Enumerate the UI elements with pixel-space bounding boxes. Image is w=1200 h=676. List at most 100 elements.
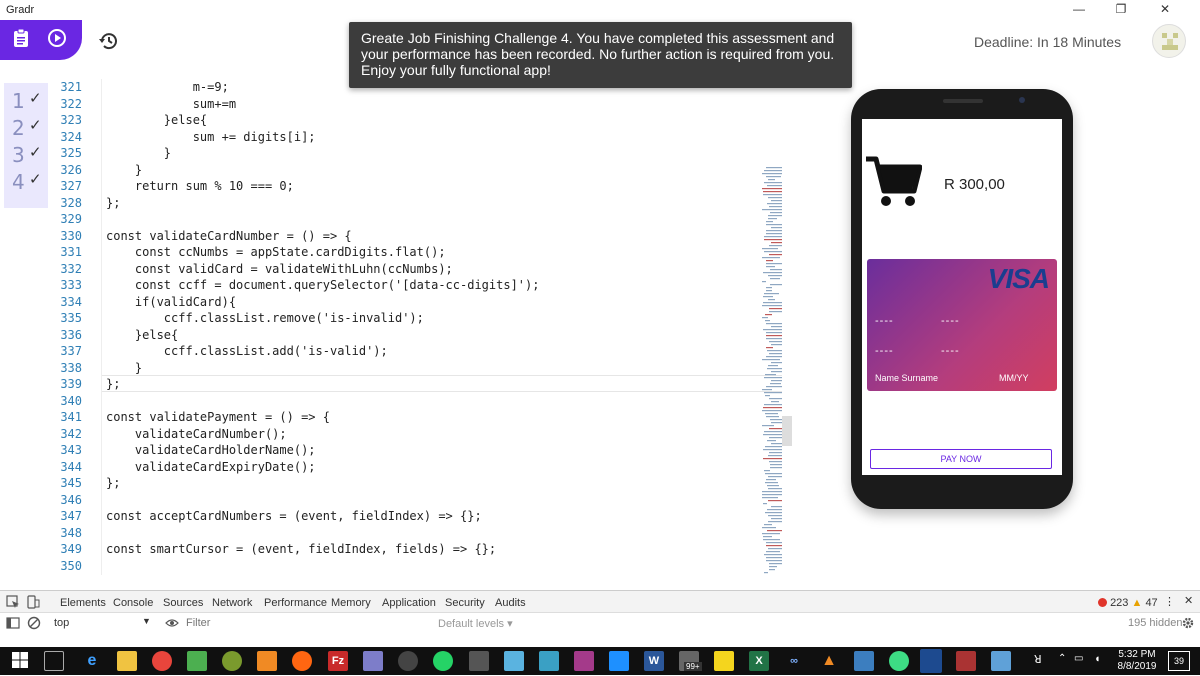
android-icon[interactable] [889,651,909,671]
filezilla-icon[interactable]: Fz [328,651,348,671]
task-item[interactable]: 3 ✓ [12,143,48,167]
firefox-icon[interactable] [292,651,312,671]
app-icon[interactable] [398,651,418,671]
volume-icon[interactable]: ◖ [1094,653,1101,665]
task-item[interactable]: 2 ✓ [12,116,48,140]
code-line[interactable]: } [106,146,171,160]
avatar[interactable] [1152,24,1186,58]
clock[interactable]: 5:32 PM 8/8/2019 [1114,649,1160,673]
console-filter-input[interactable] [186,615,426,631]
code-line[interactable]: validateCardNumber(); [106,427,287,441]
minimap[interactable] [760,165,782,575]
eye-icon[interactable] [165,616,179,630]
code-line[interactable]: const validateCardNumber = () => { [106,229,352,243]
card-digits-field[interactable]: ---- [875,345,894,357]
code-line[interactable]: m-=9; [106,80,229,94]
app-icon[interactable] [363,651,383,671]
sidebar-toggle-icon[interactable] [6,616,20,630]
word-icon[interactable]: W [644,651,664,671]
inspect-icon[interactable] [6,595,20,609]
task-item[interactable]: 1 ✓ [12,89,48,113]
code-line[interactable]: ccff.classList.remove('is-invalid'); [106,311,424,325]
code-line[interactable]: const ccNumbs = appState.cardDigits.flat… [106,245,446,259]
app-icon[interactable] [257,651,277,671]
people-icon[interactable]: ꓤ [1034,653,1042,666]
app-icon[interactable] [222,651,242,671]
settings-gear-icon[interactable] [1181,616,1195,630]
tab-performance[interactable]: Performance [264,597,327,609]
chevron-up-icon[interactable]: ⌃ [1058,653,1066,664]
excel-icon[interactable]: X [749,651,769,671]
clear-console-icon[interactable] [27,616,41,630]
task-item[interactable]: 4 ✓ [12,170,48,194]
log-levels-select[interactable]: Default levels ▾ [438,617,513,630]
code-line[interactable]: const ccff = document.querySelector('[da… [106,278,540,292]
tab-network[interactable]: Network [212,597,252,609]
close-button[interactable]: ✕ [1150,2,1180,18]
history-icon[interactable] [98,30,120,52]
code-line[interactable]: }; [106,377,120,391]
code-line[interactable]: }; [106,196,120,210]
code-line[interactable]: ccff.classList.add('is-valid'); [106,344,388,358]
calculator-icon[interactable] [469,651,489,671]
code-line[interactable]: return sum % 10 === 0; [106,179,294,193]
card-expiry-field[interactable]: MM/YY [999,373,1029,383]
winrar-icon[interactable] [956,651,976,671]
code-editor[interactable]: 321 m-=9; 322 sum+=m 323 }else{324 sum += … [48,79,782,575]
code-line[interactable]: const smartCursor = (event, fieldIndex, … [106,542,496,556]
code-line[interactable]: const validCard = validateWithLuhn(ccNum… [106,262,453,276]
vlc-icon[interactable]: ▲ [819,651,839,671]
code-line[interactable]: }else{ [106,328,178,342]
card-digits-field[interactable]: ---- [941,315,960,327]
chrome-icon[interactable] [152,651,172,671]
tab-audits[interactable]: Audits [495,597,526,609]
app-icon[interactable]: ∞ [784,651,804,671]
vscode-icon[interactable] [609,651,629,671]
app-icon[interactable] [539,651,559,671]
tab-sources[interactable]: Sources [163,597,203,609]
network-icon[interactable]: ▭ [1074,653,1083,664]
tab-application[interactable]: Application [382,597,436,609]
clipboard-icon[interactable] [9,28,33,52]
panel-resize-handle[interactable] [782,416,792,446]
app-icon[interactable] [574,651,594,671]
code-line[interactable]: validateCardExpiryDate(); [106,460,316,474]
card-digits-field[interactable]: ---- [941,345,960,357]
action-center-icon[interactable]: 39 [1168,651,1190,671]
file-explorer-icon[interactable] [117,651,137,671]
more-options-icon[interactable]: ⋮ [1164,595,1175,608]
task-view-icon[interactable] [44,651,64,671]
card-holder-field[interactable]: Name Surname [875,373,938,383]
app-icon[interactable] [504,651,524,671]
tab-memory[interactable]: Memory [331,597,371,609]
code-line[interactable]: sum+=m [106,97,236,111]
whatsapp-icon[interactable] [433,651,453,671]
maximize-button[interactable]: ❐ [1106,2,1136,18]
windows-start-icon[interactable] [10,651,30,671]
context-select[interactable]: top ▼ [46,615,156,631]
card-digits-field[interactable]: ---- [875,315,894,327]
device-toggle-icon[interactable] [26,595,40,609]
sticky-notes-icon[interactable] [714,651,734,671]
play-icon[interactable] [45,28,69,52]
console-counts[interactable]: 223 ▲ 47 [1098,597,1158,609]
code-line[interactable]: sum += digits[i]; [106,130,316,144]
code-line[interactable]: validateCardHolderName(); [106,443,316,457]
app-icon[interactable] [991,651,1011,671]
app-icon[interactable] [187,651,207,671]
code-line[interactable]: }else{ [106,113,207,127]
pay-now-button[interactable]: PAY NOW [870,449,1052,469]
edge-browser-icon[interactable]: e [82,651,102,671]
code-line[interactable]: } [106,163,142,177]
tab-elements[interactable]: Elements [60,597,106,609]
code-line[interactable]: const acceptCardNumbers = (event, fieldI… [106,509,482,523]
code-line[interactable]: const validatePayment = () => { [106,410,330,424]
close-devtools-icon[interactable]: ✕ [1184,594,1193,607]
code-line[interactable]: } [106,361,142,375]
tab-security[interactable]: Security [445,597,485,609]
minimize-button[interactable]: — [1064,2,1094,18]
code-line[interactable]: }; [106,476,120,490]
app-icon[interactable] [854,651,874,671]
code-line[interactable]: if(validCard){ [106,295,236,309]
app-icon[interactable] [920,649,942,673]
